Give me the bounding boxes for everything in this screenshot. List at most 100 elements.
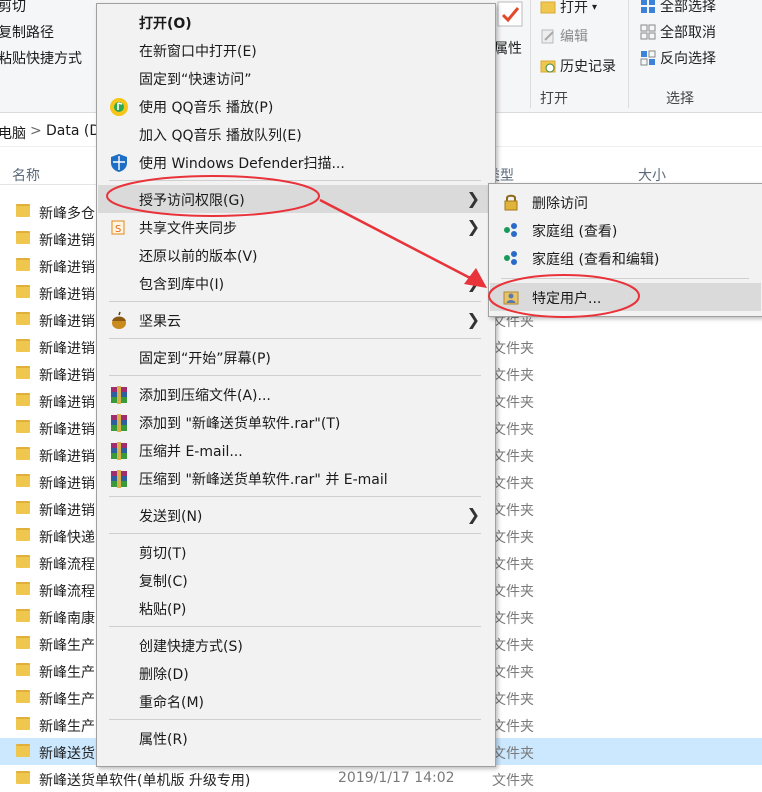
submenu-specific-users[interactable]: 特定用户... — [490, 283, 761, 311]
folder-icon — [16, 528, 30, 541]
file-date: 2019/1/17 14:02 — [338, 770, 455, 786]
menu-copy[interactable]: 复制(C) — [98, 566, 494, 594]
menu-open-new-window-label: 在新窗口中打开(E) — [139, 44, 257, 60]
folder-icon — [16, 474, 30, 487]
menu-qq-play-label: 使用 QQ音乐 播放(P) — [139, 100, 274, 116]
menu-send-to-label: 发送到(N) — [139, 509, 203, 525]
address-chevron-icon: > — [30, 123, 42, 139]
menu-qq-queue[interactable]: 加入 QQ音乐 播放队列(E) — [98, 120, 494, 148]
ribbon-select-none[interactable]: 全部取消 — [640, 22, 716, 42]
folder-icon — [16, 393, 30, 406]
column-name[interactable]: 名称 — [12, 165, 40, 185]
file-type: 文件夹 — [492, 773, 534, 789]
menu-pin-quick-access[interactable]: 固定到“快速访问” — [98, 64, 494, 92]
ribbon-separator — [628, 0, 629, 108]
file-name: 新峰进销 — [39, 287, 95, 303]
file-type: 文件夹 — [492, 476, 534, 492]
ribbon-cut-label: 剪切 — [0, 0, 26, 15]
file-type: 文件夹 — [492, 692, 534, 708]
menu-open[interactable]: 打开(O) — [98, 8, 494, 36]
menu-pin-start[interactable]: 固定到“开始”屏幕(P) — [98, 343, 494, 371]
menu-jianguoyun[interactable]: 坚果云 ❯ — [98, 306, 494, 334]
submenu-remove-access[interactable]: 删除访问 — [490, 188, 761, 216]
homegroup-icon — [504, 251, 517, 265]
menu-compress-email[interactable]: 压缩并 E-mail... — [98, 436, 494, 464]
ribbon-paste-shortcut-label: 粘贴快捷方式 — [0, 51, 82, 67]
ribbon-open[interactable]: 打开 ▾ — [540, 0, 597, 17]
ribbon-copy-path[interactable]: 复制路径 — [0, 22, 54, 42]
file-type: 文件夹 — [492, 422, 534, 438]
menu-separator — [109, 338, 481, 339]
menu-include-library[interactable]: 包含到库中(I) ❯ — [98, 269, 494, 297]
context-menu: 打开(O) 在新窗口中打开(E) 固定到“快速访问” 使用 QQ音乐 播放(P)… — [96, 3, 496, 767]
winrar-icon — [111, 386, 127, 404]
menu-pin-quick-access-label: 固定到“快速访问” — [139, 72, 252, 88]
ribbon-open-group: 打开 — [540, 91, 568, 107]
column-size[interactable]: 大小 — [638, 165, 666, 185]
folder-icon — [16, 447, 30, 460]
menu-rename[interactable]: 重命名(M) — [98, 687, 494, 715]
grant-access-submenu: 删除访问 家庭组 (查看) 家庭组 (查看和编辑) 特定用户... — [488, 183, 762, 317]
jianguoyun-nut-icon — [112, 311, 126, 329]
menu-defender-scan[interactable]: 使用 Windows Defender扫描... — [98, 148, 494, 176]
file-name: 新峰生产 — [39, 638, 95, 654]
ribbon-invert-selection[interactable]: 反向选择 — [640, 48, 716, 68]
menu-separator — [109, 719, 481, 720]
menu-qq-play[interactable]: 使用 QQ音乐 播放(P) — [98, 92, 494, 120]
menu-cut-label: 剪切(T) — [139, 546, 187, 562]
menu-jianguoyun-label: 坚果云 — [139, 314, 181, 330]
submenu-remove-access-label: 删除访问 — [532, 196, 588, 212]
ribbon-paste-shortcut[interactable]: 粘贴快捷方式 — [0, 48, 82, 68]
file-name: 新峰进销 — [39, 341, 95, 357]
menu-paste[interactable]: 粘贴(P) — [98, 594, 494, 622]
menu-properties[interactable]: 属性(R) — [98, 724, 494, 752]
chevron-right-icon: ❯ — [466, 273, 480, 292]
properties-checkmark-icon — [496, 0, 526, 30]
history-icon — [540, 60, 556, 73]
file-name: 新峰快递 — [39, 530, 95, 546]
menu-share-sync[interactable]: S 共享文件夹同步 ❯ — [98, 213, 494, 241]
menu-restore-versions[interactable]: 还原以前的版本(V) — [98, 241, 494, 269]
menu-compress-rar-email[interactable]: 压缩到 "新峰送货单软件.rar" 并 E-mail — [98, 464, 494, 492]
chevron-right-icon: ❯ — [466, 310, 480, 329]
menu-open-new-window[interactable]: 在新窗口中打开(E) — [98, 36, 494, 64]
menu-separator — [109, 496, 481, 497]
invert-selection-icon — [640, 50, 656, 66]
submenu-homegroup-edit[interactable]: 家庭组 (查看和编辑) — [490, 244, 761, 272]
address-part-pc[interactable]: 电脑 — [0, 123, 26, 143]
ribbon-select-all[interactable]: 全部选择 — [640, 0, 716, 16]
menu-grant-access[interactable]: 授予访问权限(G) ❯ — [98, 185, 494, 213]
menu-create-shortcut[interactable]: 创建快捷方式(S) — [98, 631, 494, 659]
ribbon-properties[interactable]: 属性 — [494, 38, 522, 58]
ribbon-edit[interactable]: 编辑 — [540, 26, 588, 46]
address-part-drive[interactable]: Data (D — [46, 123, 100, 139]
file-row[interactable]: 新峰送货单软件(单机版 升级专用) 文件夹 2019/1/17 14:02 — [0, 765, 762, 792]
menu-separator — [109, 180, 481, 181]
ribbon-cut[interactable]: 剪切 — [0, 0, 26, 16]
menu-add-archive[interactable]: 添加到压缩文件(A)... — [98, 380, 494, 408]
ribbon-history[interactable]: 历史记录 — [540, 56, 616, 76]
folder-icon — [16, 312, 30, 325]
folder-icon — [16, 582, 30, 595]
submenu-homegroup-view[interactable]: 家庭组 (查看) — [490, 216, 761, 244]
folder-icon — [16, 285, 30, 298]
share-sync-icon: S — [111, 220, 125, 235]
folder-icon — [16, 636, 30, 649]
menu-delete-label: 删除(D) — [139, 667, 189, 683]
menu-delete[interactable]: 删除(D) — [98, 659, 494, 687]
file-name: 新峰生产 — [39, 665, 95, 681]
ribbon-separator — [530, 0, 531, 108]
chevron-right-icon: ❯ — [466, 217, 480, 236]
menu-send-to[interactable]: 发送到(N) ❯ — [98, 501, 494, 529]
select-none-icon — [640, 24, 656, 40]
menu-defender-scan-label: 使用 Windows Defender扫描... — [139, 156, 345, 172]
menu-separator — [109, 626, 481, 627]
menu-share-sync-label: 共享文件夹同步 — [139, 221, 237, 237]
file-name: 新峰送货 — [39, 746, 95, 762]
menu-add-rar[interactable]: 添加到 "新峰送货单软件.rar"(T) — [98, 408, 494, 436]
users-icon — [503, 291, 519, 305]
qq-music-icon — [110, 98, 128, 116]
file-name: 新峰送货单软件(单机版 升级专用) — [39, 773, 251, 789]
folder-icon — [16, 366, 30, 379]
menu-cut[interactable]: 剪切(T) — [98, 538, 494, 566]
